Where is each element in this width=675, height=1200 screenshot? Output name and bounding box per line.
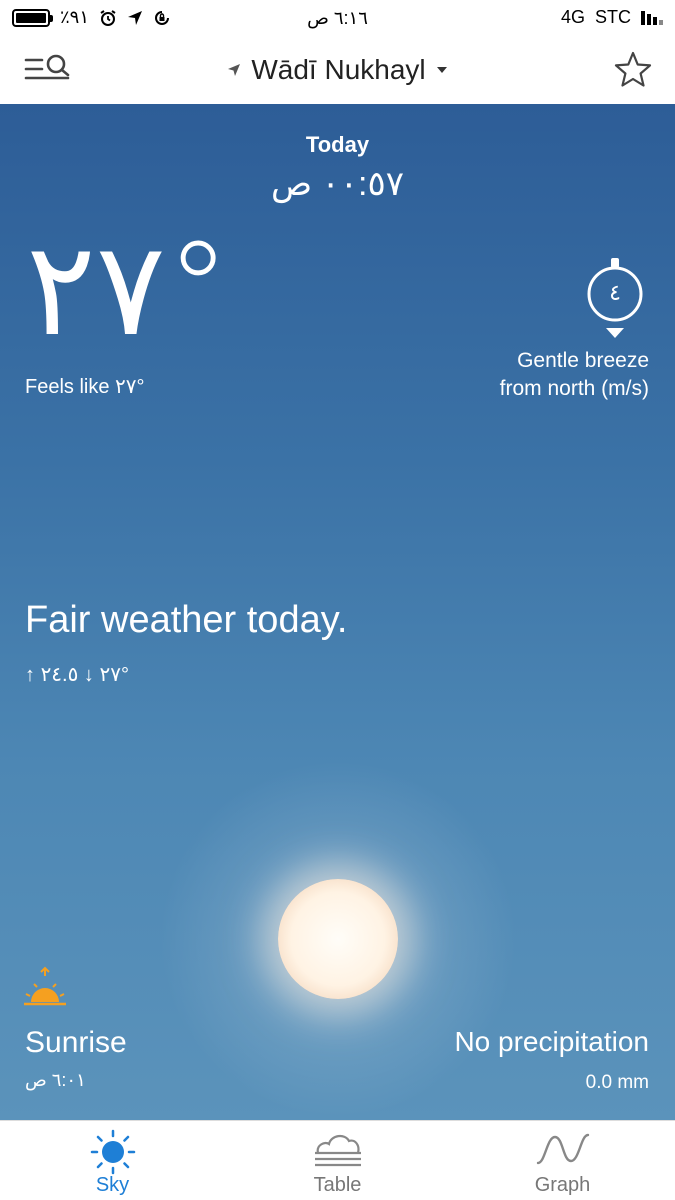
tab-graph[interactable]: Graph bbox=[450, 1121, 675, 1200]
sun-image bbox=[278, 879, 398, 999]
wind-speed: ٤ bbox=[609, 280, 621, 305]
forecast-time: ٠٠:٥٧ ص bbox=[270, 165, 405, 203]
location-arrow-icon bbox=[228, 64, 241, 76]
max-temp: ٢٧ bbox=[99, 664, 121, 686]
tab-sky[interactable]: Sky bbox=[0, 1121, 225, 1200]
star-icon[interactable] bbox=[613, 50, 653, 90]
chevron-down-icon bbox=[436, 67, 447, 73]
sunrise-time: ٦:٠١ ص bbox=[25, 1070, 86, 1090]
precipitation-value: 0.0 mm bbox=[585, 1072, 649, 1093]
tab-bar: Sky Table Graph bbox=[0, 1120, 675, 1200]
tab-graph-label: Graph bbox=[534, 1174, 591, 1196]
precipitation-label: No precipitation bbox=[454, 1026, 649, 1057]
sun-icon bbox=[90, 1129, 135, 1175]
location-name: Wādī Nukhayl bbox=[251, 54, 426, 85]
wind-description: Gentle breeze from north (m/s) bbox=[500, 347, 649, 403]
nav-bar: Wādī Nukhayl bbox=[0, 36, 675, 104]
graph-wave-icon bbox=[536, 1133, 589, 1165]
location-selector[interactable]: Wādī Nukhayl bbox=[0, 54, 675, 86]
wind-line-1: Gentle breeze bbox=[517, 349, 649, 372]
weather-summary: Fair weather today. bbox=[25, 599, 348, 641]
network-type: 4G bbox=[560, 7, 585, 27]
feels-like: Feels like ٢٧° bbox=[25, 376, 145, 398]
sunrise-label: Sunrise bbox=[25, 1026, 127, 1059]
tab-table[interactable]: Table bbox=[225, 1121, 450, 1200]
arrow-down-icon: ↓ bbox=[83, 664, 94, 686]
tab-sky-label: Sky bbox=[95, 1174, 130, 1196]
carrier-name: STC bbox=[595, 7, 631, 27]
wind-line-2: from north (m/s) bbox=[499, 377, 649, 400]
temperature: ٢٧° bbox=[26, 213, 231, 365]
status-bar: ٪٩١ ٦:١٦ ص 4G STC bbox=[0, 0, 675, 36]
sunrise-icon bbox=[24, 966, 66, 1006]
arrow-up-icon: ↑ bbox=[25, 664, 35, 686]
day-label: Today bbox=[305, 132, 370, 157]
cloud-table-icon bbox=[314, 1134, 361, 1167]
wind-direction-icon[interactable]: ٤ bbox=[584, 256, 646, 338]
signal-icon bbox=[641, 10, 663, 25]
sky-view: Today ٠٠:٥٧ ص ٢٧° Feels like ٢٧° ٤ Gentl… bbox=[0, 104, 675, 1120]
tab-table-label: Table bbox=[313, 1174, 362, 1196]
min-max-temp: ↑ ٢٧ ↓ ٢٤.٥° bbox=[25, 662, 129, 687]
status-right: 4G STC bbox=[561, 7, 663, 28]
